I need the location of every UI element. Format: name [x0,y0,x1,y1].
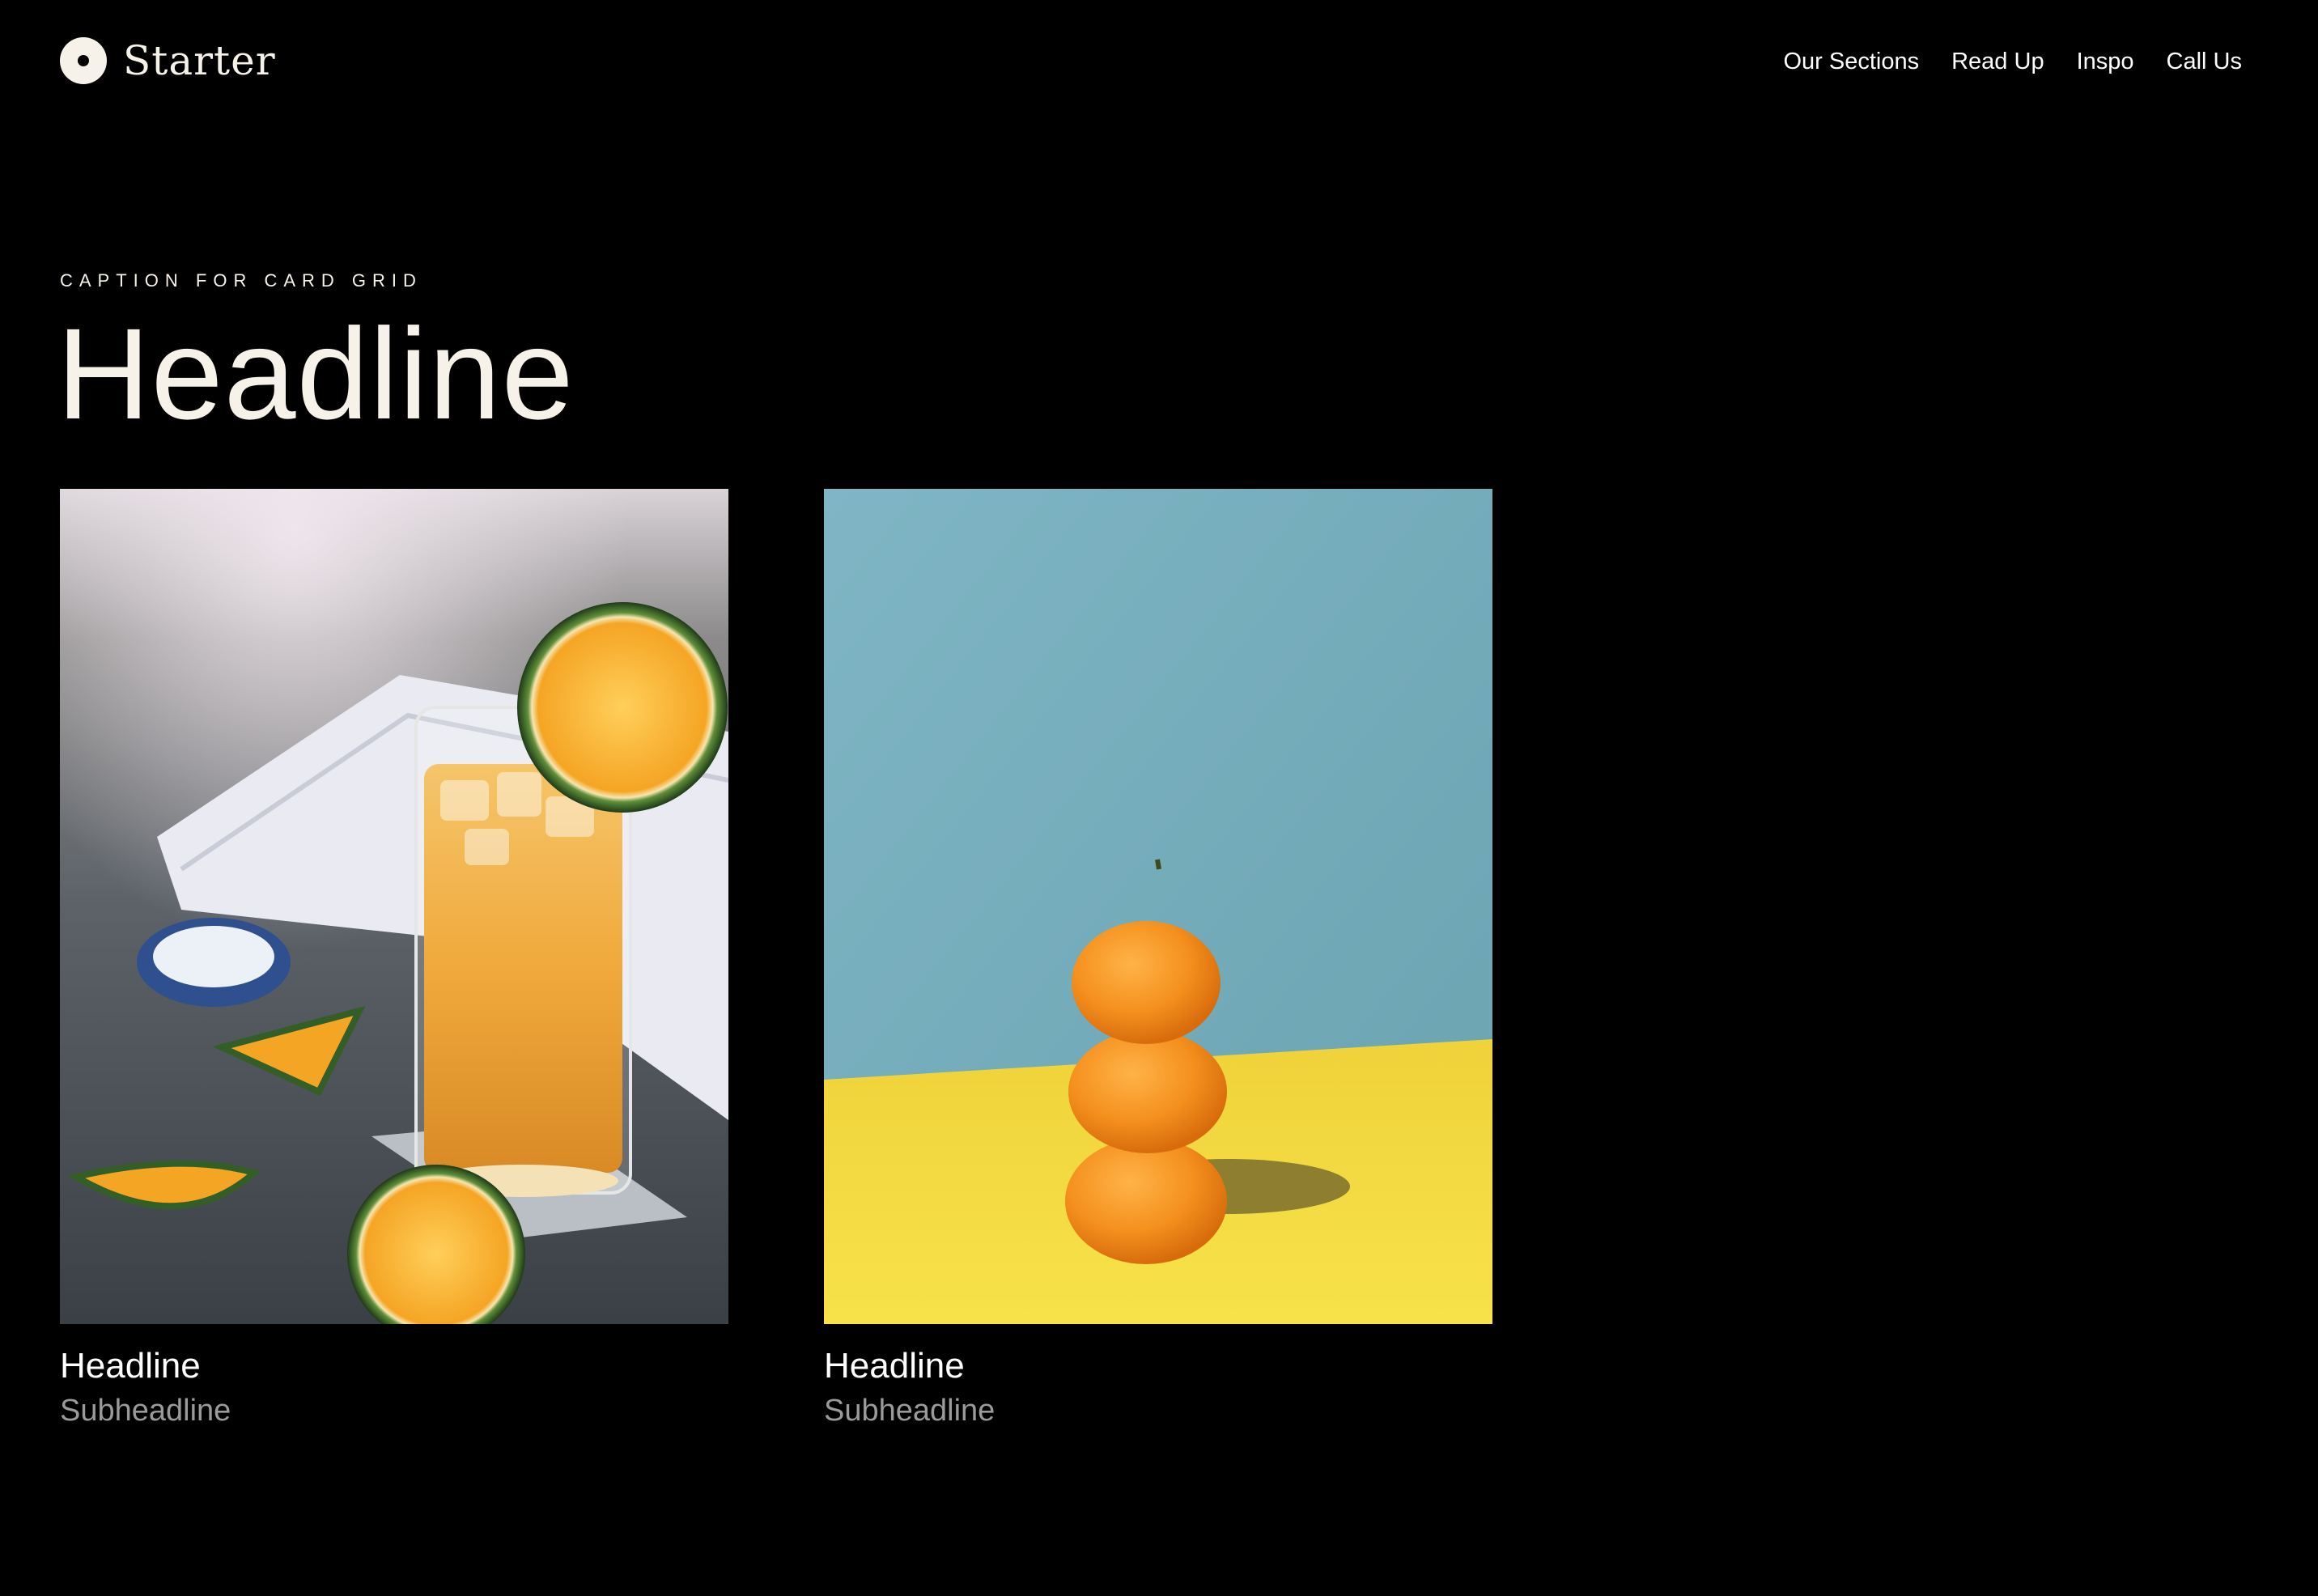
main-nav: Our Sections Read Up Inspo Call Us [1783,45,2242,78]
iced-drink-photo [60,489,728,1324]
brand-name: Starter [123,37,276,84]
card-image-iced-citrus-drink[interactable] [60,489,728,1324]
circle-dot-icon [60,37,107,84]
nav-link-our-sections[interactable]: Our Sections [1783,45,1919,78]
card[interactable]: Headline Subheadline [824,489,1492,1429]
card-subtitle: Subheadline [824,1393,996,1428]
nav-link-read-up[interactable]: Read Up [1951,45,2044,78]
brand-logo-link[interactable]: Starter [60,36,276,86]
card-title: Headline [824,1346,965,1386]
card-title: Headline [60,1346,201,1386]
section-headline: Headline [57,301,575,446]
section-caption: CAPTION FOR CARD GRID [60,270,422,291]
nav-link-inspo[interactable]: Inspo [2077,45,2134,78]
site-header: Starter Our Sections Read Up Inspo Call … [0,0,2318,121]
card[interactable]: Headline Subheadline [60,489,728,1429]
card-subtitle: Subheadline [60,1393,231,1428]
nav-link-call-us[interactable]: Call Us [2167,45,2242,78]
stacked-tangerines-photo [824,489,1492,1324]
card-image-stacked-tangerines[interactable] [824,489,1492,1324]
